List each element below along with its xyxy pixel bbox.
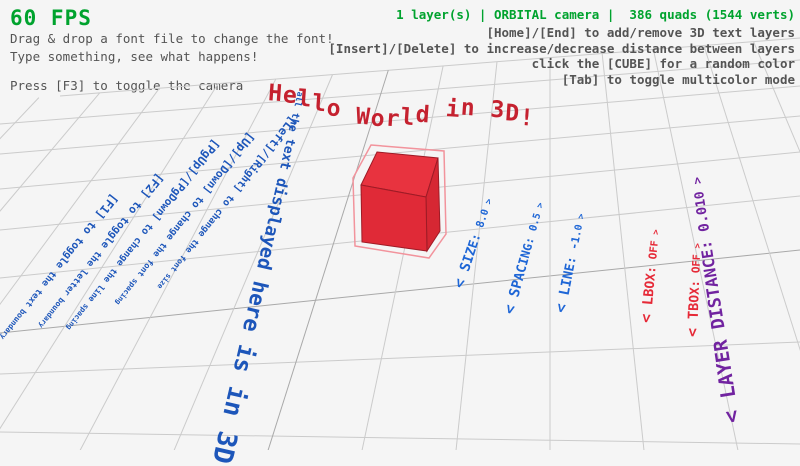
hint-add-remove-layers: [Home]/[End] to add/remove 3D text layer… [328,25,795,41]
hint-multicolor-mode: [Tab] to toggle multicolor mode [328,72,795,88]
hint-cube-random-color: click the [CUBE] for a random color [328,56,795,72]
fps-counter: 60 FPS [10,6,92,30]
status-bar: 1 layer(s) | ORBITAL camera | 386 quads … [328,7,795,22]
hud-right-panel: 1 layer(s) | ORBITAL camera | 386 quads … [328,7,795,87]
cube-front-face [361,185,427,251]
hint-layer-distance: [Insert]/[Delete] to increase/decrease d… [328,41,795,57]
